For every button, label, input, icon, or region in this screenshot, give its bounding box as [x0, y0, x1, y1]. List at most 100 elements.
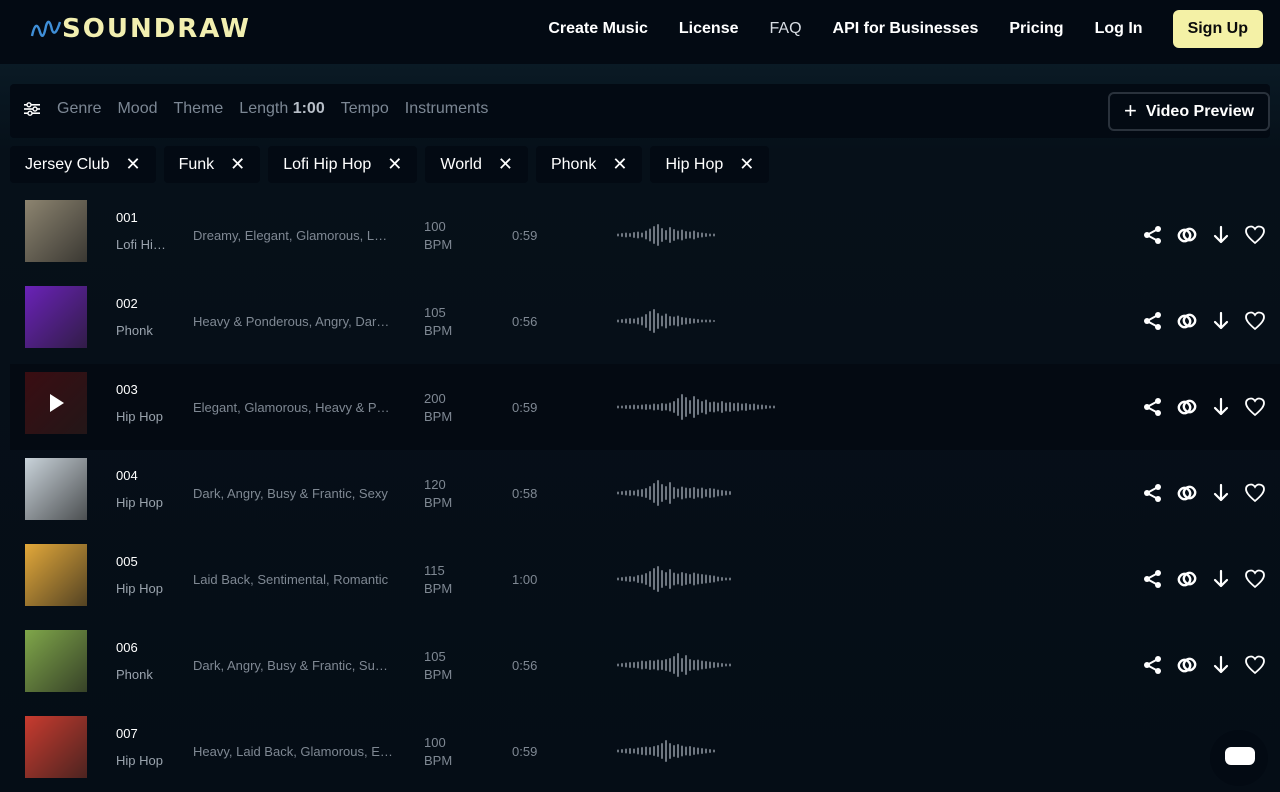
share-icon[interactable]	[1136, 482, 1170, 504]
chip-label: Phonk	[550, 155, 597, 173]
waveform[interactable]	[617, 564, 733, 599]
track-row[interactable]: 003 Hip Hop Elegant, Glamorous, Heavy & Po…	[10, 364, 1280, 450]
logo-text: SOUNDRAW	[62, 14, 251, 44]
video-preview-label: Video Preview	[1145, 102, 1255, 120]
waveform[interactable]	[617, 220, 717, 255]
waveform[interactable]	[617, 478, 733, 513]
track-genre: Hip Hop	[116, 495, 163, 510]
track-row[interactable]: 006 Phonk Dark, Angry, Busy & Frantic, Sus…	[10, 622, 1280, 708]
chip-label: World	[440, 155, 482, 173]
download-icon[interactable]	[1204, 310, 1238, 332]
bpm-unit: BPM	[424, 753, 453, 768]
wave-logo-icon	[30, 20, 62, 38]
track-actions	[1136, 568, 1272, 590]
close-icon[interactable]: ✕	[387, 154, 402, 175]
genre-chip[interactable]: Funk ✕	[163, 146, 261, 183]
waveform[interactable]	[617, 736, 717, 771]
track-row[interactable]: 007 Hip Hop Heavy, Laid Back, Glamorous, E…	[10, 708, 1280, 792]
close-icon[interactable]: ✕	[498, 154, 513, 175]
track-cover-image[interactable]	[25, 200, 87, 262]
heart-icon[interactable]	[1238, 396, 1272, 418]
link-icon[interactable]	[1170, 310, 1204, 332]
track-cover-image[interactable]	[25, 630, 87, 692]
track-actions	[1136, 654, 1272, 676]
link-icon[interactable]	[1170, 396, 1204, 418]
genre-chip[interactable]: Lofi Hip Hop ✕	[268, 146, 418, 183]
nav-login[interactable]: Log In	[1095, 20, 1143, 38]
track-moods: Heavy, Laid Back, Glamorous, Elegant	[193, 744, 393, 759]
main-nav: Create Music License FAQ API for Busines…	[517, 10, 1263, 48]
bpm-unit: BPM	[424, 495, 453, 510]
genre-chip[interactable]: Hip Hop ✕	[650, 146, 770, 183]
bpm-unit: BPM	[424, 237, 453, 252]
filter-tempo[interactable]: Tempo	[341, 100, 389, 118]
nav-faq[interactable]: FAQ	[770, 20, 802, 38]
nav-license[interactable]: License	[679, 20, 739, 38]
filter-length-label: Length	[239, 100, 289, 117]
download-icon[interactable]	[1204, 654, 1238, 676]
genre-chip[interactable]: World ✕	[425, 146, 528, 183]
filter-length[interactable]: Length 1:00	[239, 100, 324, 118]
track-cover-image[interactable]	[25, 372, 87, 434]
heart-icon[interactable]	[1238, 224, 1272, 246]
track-moods: Dark, Angry, Busy & Frantic, Sexy	[193, 486, 388, 501]
close-icon[interactable]: ✕	[612, 154, 627, 175]
heart-icon[interactable]	[1238, 568, 1272, 590]
download-icon[interactable]	[1204, 568, 1238, 590]
track-row[interactable]: 001 Lofi Hip Hop Dreamy, Elegant, Glamorou…	[10, 192, 1280, 278]
sliders-icon[interactable]	[24, 102, 40, 121]
track-genre: Hip Hop	[116, 409, 163, 424]
link-icon[interactable]	[1170, 482, 1204, 504]
chat-widget-button[interactable]	[1210, 730, 1268, 786]
track-row[interactable]: 002 Phonk Heavy & Ponderous, Angry, Dark, …	[10, 278, 1280, 364]
nav-create-music[interactable]: Create Music	[548, 20, 648, 38]
track-cover-image[interactable]	[25, 716, 87, 778]
track-bpm: 115 BPM	[424, 562, 452, 598]
share-icon[interactable]	[1136, 568, 1170, 590]
close-icon[interactable]: ✕	[230, 154, 245, 175]
bpm-value: 115	[424, 563, 445, 578]
filter-mood[interactable]: Mood	[117, 100, 157, 118]
track-duration: 0:59	[512, 228, 538, 243]
link-icon[interactable]	[1170, 568, 1204, 590]
filter-genre[interactable]: Genre	[57, 100, 101, 118]
track-number: 005	[116, 554, 138, 569]
download-icon[interactable]	[1204, 482, 1238, 504]
share-icon[interactable]	[1136, 224, 1170, 246]
track-row[interactable]: 005 Hip Hop Laid Back, Sentimental, Romant…	[10, 536, 1280, 622]
waveform[interactable]	[617, 306, 717, 341]
track-cover-image[interactable]	[25, 458, 87, 520]
soundraw-logo[interactable]: SOUNDRAW	[30, 14, 251, 44]
share-icon[interactable]	[1136, 654, 1170, 676]
genre-chip[interactable]: Phonk ✕	[535, 146, 643, 183]
track-moods: Heavy & Ponderous, Angry, Dark, Busy	[193, 314, 393, 329]
nav-api[interactable]: API for Businesses	[833, 20, 979, 38]
close-icon[interactable]: ✕	[739, 154, 754, 175]
track-actions	[1136, 310, 1272, 332]
heart-icon[interactable]	[1238, 654, 1272, 676]
track-duration: 0:56	[512, 658, 538, 673]
filter-theme[interactable]: Theme	[174, 100, 224, 118]
track-cover-image[interactable]	[25, 544, 87, 606]
nav-pricing[interactable]: Pricing	[1009, 20, 1063, 38]
heart-icon[interactable]	[1238, 482, 1272, 504]
waveform[interactable]	[617, 650, 733, 685]
download-icon[interactable]	[1204, 396, 1238, 418]
link-icon[interactable]	[1170, 224, 1204, 246]
play-icon[interactable]	[50, 394, 64, 412]
track-row[interactable]: 004 Hip Hop Dark, Angry, Busy & Frantic, S…	[10, 450, 1280, 536]
link-icon[interactable]	[1170, 654, 1204, 676]
filter-instruments[interactable]: Instruments	[405, 100, 489, 118]
genre-chip[interactable]: Jersey Club ✕	[10, 146, 156, 183]
track-cover-image[interactable]	[25, 286, 87, 348]
close-icon[interactable]: ✕	[125, 154, 140, 175]
share-icon[interactable]	[1136, 396, 1170, 418]
download-icon[interactable]	[1204, 224, 1238, 246]
bpm-value: 105	[424, 649, 446, 664]
heart-icon[interactable]	[1238, 310, 1272, 332]
share-icon[interactable]	[1136, 310, 1170, 332]
sign-up-button[interactable]: Sign Up	[1172, 10, 1263, 48]
waveform[interactable]	[617, 392, 777, 427]
track-number: 007	[116, 726, 138, 741]
video-preview-button[interactable]: + Video Preview	[1108, 92, 1270, 131]
